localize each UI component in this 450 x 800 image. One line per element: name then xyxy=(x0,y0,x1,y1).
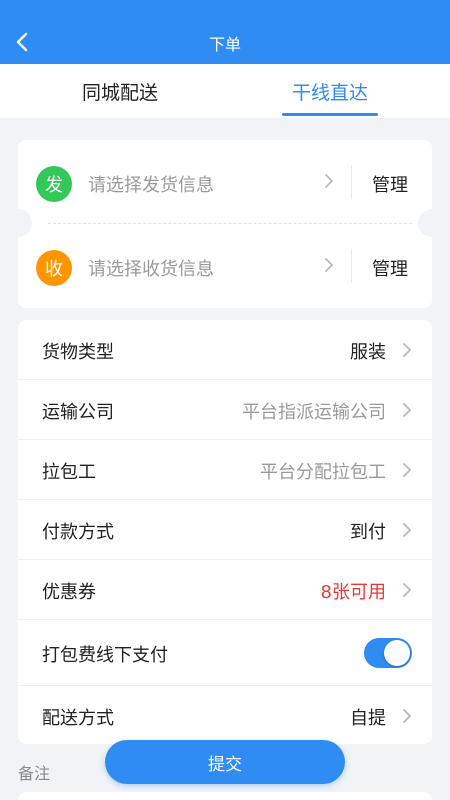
coupon-row[interactable]: 优惠券 8张可用 xyxy=(18,560,432,620)
coupon-value: 8张可用 xyxy=(320,582,386,603)
chevron-right-icon xyxy=(403,583,411,597)
submit-button[interactable]: 提交 xyxy=(105,740,345,784)
remark-card xyxy=(18,792,432,800)
row-label: 付款方式 xyxy=(42,522,114,543)
cargo-type-row[interactable]: 货物类型 服装 xyxy=(18,320,432,380)
card-notch-left xyxy=(4,209,32,237)
row-label: 打包费线下支付 xyxy=(42,645,168,666)
transport-company-value: 平台指派运输公司 xyxy=(242,402,386,423)
porter-value: 平台分配拉包工 xyxy=(260,462,386,483)
navigation-bar: 下单 xyxy=(0,0,450,64)
cargo-type-value: 服装 xyxy=(350,342,386,363)
tab-trunk-direct[interactable]: 干线直达 xyxy=(250,64,410,118)
sender-placeholder: 请选择发货信息 xyxy=(88,175,214,196)
sender-manage-button[interactable]: 管理 xyxy=(372,171,408,197)
porter-row[interactable]: 拉包工 平台分配拉包工 xyxy=(18,440,432,500)
remark-label: 备注 xyxy=(18,764,51,783)
sender-badge: 发 xyxy=(36,166,72,202)
separator xyxy=(351,165,352,199)
row-label: 拉包工 xyxy=(42,462,96,483)
page-title: 下单 xyxy=(208,35,241,54)
row-label: 优惠券 xyxy=(42,582,96,603)
transport-company-row[interactable]: 运输公司 平台指派运输公司 xyxy=(18,380,432,440)
card-notch-right xyxy=(418,209,446,237)
receiver-info-row[interactable]: 收 请选择收货信息 管理 xyxy=(18,224,432,308)
order-form-card: 货物类型 服装 运输公司 平台指派运输公司 拉包工 平台分配拉包工 付款方式 到… xyxy=(18,320,432,744)
tab-label: 同城配送 xyxy=(81,81,158,104)
receiver-badge: 收 xyxy=(36,250,72,286)
chevron-right-icon xyxy=(403,709,411,723)
payment-method-value: 到付 xyxy=(350,522,386,543)
chevron-right-icon xyxy=(403,523,411,537)
offline-packing-fee-toggle[interactable] xyxy=(364,638,412,668)
sender-info-row[interactable]: 发 请选择发货信息 管理 xyxy=(18,140,432,224)
address-card: 发 请选择发货信息 管理 收 请选择收货信息 管理 xyxy=(18,140,432,308)
row-label: 货物类型 xyxy=(42,342,114,363)
submit-label: 提交 xyxy=(208,754,242,775)
tab-bar: 同城配送 干线直达 xyxy=(0,64,450,118)
receiver-manage-button[interactable]: 管理 xyxy=(372,255,408,281)
delivery-method-row[interactable]: 配送方式 自提 xyxy=(18,686,432,746)
tab-label: 干线直达 xyxy=(291,81,368,104)
active-tab-indicator xyxy=(282,113,378,116)
row-label: 运输公司 xyxy=(42,402,114,423)
chevron-right-icon xyxy=(325,174,333,188)
receiver-placeholder: 请选择收货信息 xyxy=(88,259,214,280)
tab-same-city-delivery[interactable]: 同城配送 xyxy=(40,64,200,118)
payment-method-row[interactable]: 付款方式 到付 xyxy=(18,500,432,560)
chevron-right-icon xyxy=(325,258,333,272)
row-label: 配送方式 xyxy=(42,708,114,729)
chevron-right-icon xyxy=(403,403,411,417)
offline-packing-fee-row: 打包费线下支付 xyxy=(18,620,432,686)
delivery-method-value: 自提 xyxy=(350,708,386,729)
toggle-knob xyxy=(384,640,410,666)
chevron-right-icon xyxy=(403,463,411,477)
chevron-right-icon xyxy=(403,343,411,357)
separator xyxy=(351,249,352,283)
